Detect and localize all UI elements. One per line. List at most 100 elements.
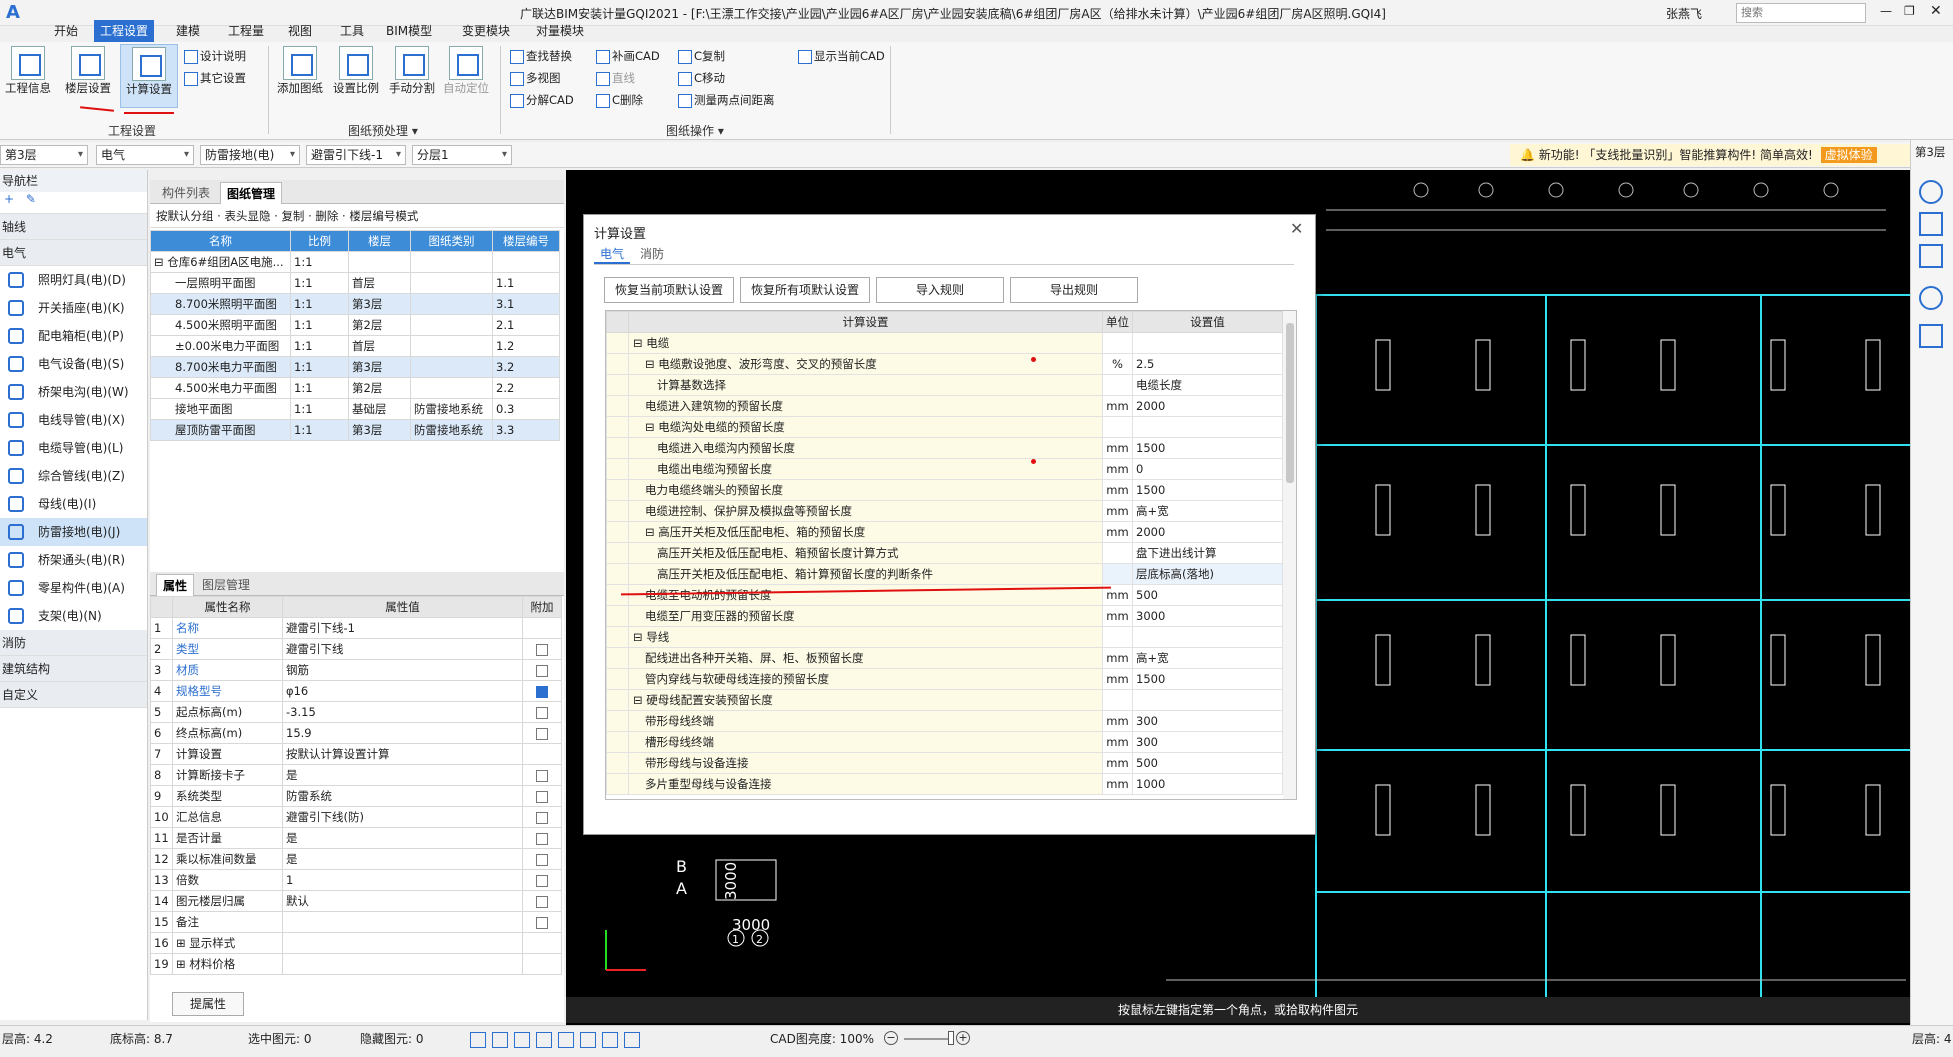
table-cell[interactable]: 第3层 <box>348 293 411 315</box>
setting-row[interactable]: 高压开关柜及低压配电柜、箱计算预留长度的判断条件 层底标高(落地) <box>606 563 1283 585</box>
report-icon[interactable] <box>1919 324 1943 348</box>
property-value[interactable]: 是 <box>282 848 523 870</box>
table-cell[interactable]: 防雷接地系统 <box>410 419 493 441</box>
setting-value[interactable]: 1000 <box>1132 773 1283 795</box>
table-cell[interactable]: 8.700米电力平面图 <box>150 356 291 378</box>
setting-row[interactable]: ⊟ 硬母线配置安装预留长度 <box>606 689 1283 711</box>
setting-row[interactable]: 电缆进控制、保护屏及模拟盘等预留长度 mm 高+宽 <box>606 500 1283 522</box>
other-settings-button[interactable]: 其它设置 <box>182 68 246 88</box>
floor-settings-button[interactable]: 楼层设置 <box>60 44 116 104</box>
manual-split-button[interactable]: 手动分割 <box>386 44 438 104</box>
menu-view[interactable]: 视图 <box>282 20 318 42</box>
menu-quantity[interactable]: 工程量 <box>222 20 270 42</box>
property-row[interactable]: 12 乘以标准间数量是 <box>150 848 562 870</box>
setting-value[interactable]: 3000 <box>1132 605 1283 627</box>
extra-checkbox[interactable] <box>536 916 548 929</box>
table-row[interactable]: 8.700米照明平面图 1:1 第3层 3.1 <box>150 293 560 315</box>
table-row[interactable]: 接地平面图 1:1 基础层 防雷接地系统 0.3 <box>150 398 560 420</box>
table-cell[interactable]: 1:1 <box>290 398 349 420</box>
explode-cad-button[interactable]: 分解CAD <box>508 90 574 110</box>
setting-row[interactable]: 电缆出电缆沟预留长度 mm 0 <box>606 458 1283 480</box>
table-cell[interactable]: 2.1 <box>492 314 560 336</box>
snap-icon[interactable] <box>470 1032 486 1048</box>
table-cell[interactable]: 1:1 <box>290 314 349 336</box>
c-delete-button[interactable]: C删除 <box>594 90 643 110</box>
table-cell[interactable] <box>410 314 493 336</box>
table-cell[interactable] <box>348 251 411 273</box>
delete-button[interactable]: 删除 <box>315 209 338 223</box>
table-cell[interactable]: ±0.00米电力平面图 <box>150 335 291 357</box>
table-cell[interactable]: 1:1 <box>290 272 349 294</box>
auto-locate-button[interactable]: 自动定位 <box>440 44 492 104</box>
setting-row[interactable]: 计算基数选择 电缆长度 <box>606 374 1283 396</box>
align-icon[interactable] <box>602 1032 618 1048</box>
table-row[interactable]: 屋顶防雷平面图 1:1 第3层 防雷接地系统 3.3 <box>150 419 560 441</box>
property-value[interactable]: φ16 <box>282 680 523 702</box>
setting-value[interactable]: 500 <box>1132 584 1283 606</box>
zoom-out-icon[interactable]: − <box>884 1031 898 1045</box>
table-cell[interactable]: 屋顶防雷平面图 <box>150 419 291 441</box>
property-row[interactable]: 5 起点标高(m) -3.15 <box>150 701 562 723</box>
setting-value[interactable] <box>1132 416 1283 438</box>
table-cell[interactable]: 1:1 <box>290 377 349 399</box>
project-info-button[interactable]: 工程信息 <box>2 44 54 104</box>
slider-track[interactable] <box>904 1038 948 1040</box>
multi-view-button[interactable]: 多视图 <box>508 68 561 88</box>
setting-row[interactable]: ⊟ 电缆 <box>606 332 1283 354</box>
property-value[interactable] <box>282 932 523 954</box>
property-value[interactable]: 避雷引下线(防) <box>282 806 523 828</box>
table-cell[interactable]: 2.2 <box>492 377 560 399</box>
layer-icon[interactable] <box>624 1032 640 1048</box>
nav-item-switch-socket[interactable]: 开关插座(电)(K) <box>0 294 147 322</box>
add-icon[interactable]: + <box>4 192 14 206</box>
menu-modeling[interactable]: 建模 <box>170 20 206 42</box>
setting-value[interactable]: 0 <box>1132 458 1283 480</box>
table-cell[interactable]: 首层 <box>348 272 411 294</box>
dialog-close-icon[interactable]: ✕ <box>1290 219 1303 238</box>
table-cell[interactable]: 1:1 <box>290 335 349 357</box>
setting-value[interactable]: 2000 <box>1132 395 1283 417</box>
rotate-icon[interactable] <box>1919 286 1943 310</box>
table-cell[interactable] <box>410 377 493 399</box>
setting-value[interactable] <box>1132 689 1283 711</box>
snap-toolbar[interactable] <box>470 1031 760 1048</box>
minimize-icon[interactable]: — <box>1880 4 1892 18</box>
extra-checkbox[interactable] <box>536 706 548 719</box>
setting-value[interactable]: 2000 <box>1132 521 1283 543</box>
nav-item-cable-tray[interactable]: 桥架电沟(电)(W) <box>0 378 147 406</box>
nav-item-electrical-device[interactable]: 电气设备(电)(S) <box>0 350 147 378</box>
col-type[interactable]: 图纸类别 <box>410 230 493 252</box>
table-cell[interactable]: 第3层 <box>348 356 411 378</box>
cube-view-icon[interactable] <box>536 1032 552 1048</box>
setting-row[interactable]: 多片重型母线与设备连接 mm 1000 <box>606 773 1283 795</box>
nav-item-tray-fitting[interactable]: 桥架通头(电)(R) <box>0 546 147 574</box>
property-value[interactable]: 钢筋 <box>282 659 523 681</box>
layer-select[interactable]: 分层1 <box>412 145 512 165</box>
show-current-cad-checkbox[interactable]: 显示当前CAD <box>796 46 885 66</box>
design-notes-button[interactable]: 设计说明 <box>182 46 246 66</box>
property-row[interactable]: 15 备注 <box>150 911 562 933</box>
nav-item-busbar[interactable]: 母线(电)(I) <box>0 490 147 518</box>
setting-value[interactable]: 高+宽 <box>1132 500 1283 522</box>
nav-item-bracket[interactable]: 支架(电)(N) <box>0 602 147 630</box>
nav-group-electrical[interactable]: 电气 <box>0 240 147 266</box>
setting-row[interactable]: ⊟ 电缆敷设弛度、波形弯度、交叉的预留长度% 2.5 <box>606 353 1283 375</box>
setting-value[interactable] <box>1132 332 1283 354</box>
nav-group-custom[interactable]: 自定义 <box>0 682 147 708</box>
nav-item-lightning-grounding[interactable]: 防雷接地(电)(J) <box>0 518 147 546</box>
property-value[interactable]: 1 <box>282 869 523 891</box>
property-value[interactable] <box>282 911 523 933</box>
floor-select[interactable]: 第3层 <box>0 145 88 165</box>
select-box-icon[interactable] <box>514 1032 530 1048</box>
table-cell[interactable] <box>410 251 493 273</box>
menu-project-settings[interactable]: 工程设置 <box>94 20 155 42</box>
tab-drawing-management[interactable]: 图纸管理 <box>220 182 283 204</box>
type-select[interactable]: 防雷接地(电) <box>200 145 300 165</box>
zoom-in-icon[interactable]: + <box>956 1031 970 1045</box>
property-row[interactable]: 9 系统类型 防雷系统 <box>150 785 562 807</box>
add-drawing-button[interactable]: 添加图纸 <box>274 44 326 104</box>
nav-item-misc[interactable]: 零星构件(电)(A) <box>0 574 147 602</box>
setting-row[interactable]: 电缆至电动机的预留长度 mm 500 <box>606 584 1283 606</box>
nav-item-lighting[interactable]: 照明灯具(电)(D) <box>0 266 147 294</box>
nav-group-fire[interactable]: 消防 <box>0 630 147 656</box>
